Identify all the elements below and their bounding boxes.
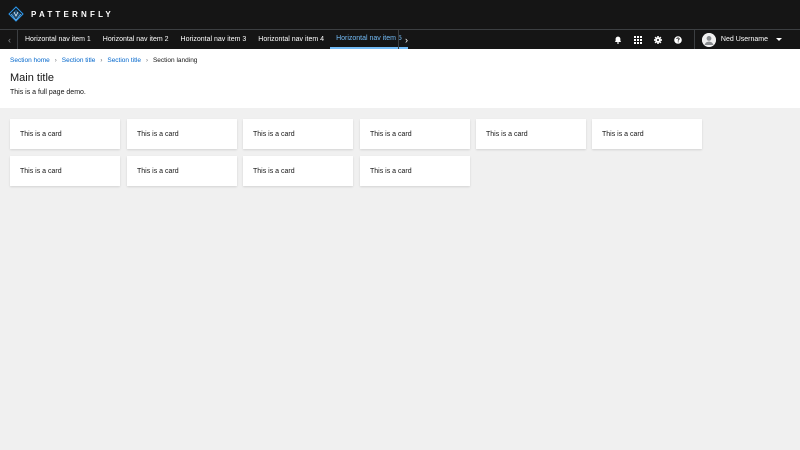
- breadcrumb: Section home › Section title › Section t…: [10, 57, 197, 64]
- grid-icon: [633, 35, 642, 44]
- page-title: Main title: [10, 72, 55, 84]
- breadcrumb-separator-icon: ›: [54, 57, 57, 64]
- card[interactable]: This is a card: [360, 156, 470, 186]
- card[interactable]: This is a card: [10, 156, 120, 186]
- breadcrumb-link-section-title-2[interactable]: Section title: [107, 57, 141, 64]
- user-dropdown[interactable]: Ned Username: [695, 30, 800, 49]
- patternfly-logo-icon: [8, 6, 24, 22]
- page-header-section: Section home › Section title › Section t…: [0, 49, 800, 108]
- card[interactable]: This is a card: [127, 119, 237, 149]
- horizontal-nav: ‹ Horizontal nav item 1 Horizontal nav i…: [0, 29, 800, 49]
- masthead: PATTERNFLY: [0, 0, 800, 29]
- nav-scroll-left-button[interactable]: ‹: [2, 30, 18, 49]
- nav-item-2[interactable]: Horizontal nav item 2: [97, 30, 175, 49]
- bell-icon: [614, 36, 622, 44]
- caret-down-icon: [776, 38, 782, 41]
- breadcrumb-current: Section landing: [152, 57, 198, 64]
- header-tools: Ned Username: [608, 30, 800, 49]
- nav-item-1[interactable]: Horizontal nav item 1: [19, 30, 97, 49]
- card[interactable]: This is a card: [592, 119, 702, 149]
- breadcrumb-link-section-title[interactable]: Section title: [62, 57, 96, 64]
- help-button[interactable]: [668, 30, 688, 49]
- app-launcher-button[interactable]: [628, 30, 648, 49]
- card[interactable]: This is a card: [243, 156, 353, 186]
- nav-items: Horizontal nav item 1 Horizontal nav ite…: [19, 30, 408, 49]
- brand[interactable]: PATTERNFLY: [8, 6, 114, 22]
- gear-icon: [653, 35, 662, 44]
- card[interactable]: This is a card: [476, 119, 586, 149]
- chevron-right-icon: ›: [405, 34, 408, 45]
- breadcrumb-separator-icon: ›: [100, 57, 103, 64]
- chevron-left-icon: ‹: [8, 34, 11, 45]
- card[interactable]: This is a card: [360, 119, 470, 149]
- brand-name: PATTERNFLY: [31, 9, 114, 19]
- card[interactable]: This is a card: [127, 156, 237, 186]
- nav-item-5[interactable]: Horizontal nav item 5: [330, 30, 408, 49]
- page-description: This is a full page demo.: [10, 89, 86, 96]
- nav-item-3[interactable]: Horizontal nav item 3: [175, 30, 253, 49]
- notifications-button[interactable]: [608, 30, 628, 49]
- user-name: Ned Username: [720, 36, 768, 43]
- nav-scroll-right-button[interactable]: ›: [398, 30, 414, 49]
- avatar: [701, 32, 716, 47]
- card[interactable]: This is a card: [10, 119, 120, 149]
- user-avatar-icon: [701, 32, 716, 47]
- breadcrumb-separator-icon: ›: [145, 57, 148, 64]
- settings-button[interactable]: [648, 30, 668, 49]
- help-icon: [674, 35, 682, 44]
- breadcrumb-link-section-home[interactable]: Section home: [10, 57, 50, 64]
- nav-item-4[interactable]: Horizontal nav item 4: [252, 30, 330, 49]
- card[interactable]: This is a card: [243, 119, 353, 149]
